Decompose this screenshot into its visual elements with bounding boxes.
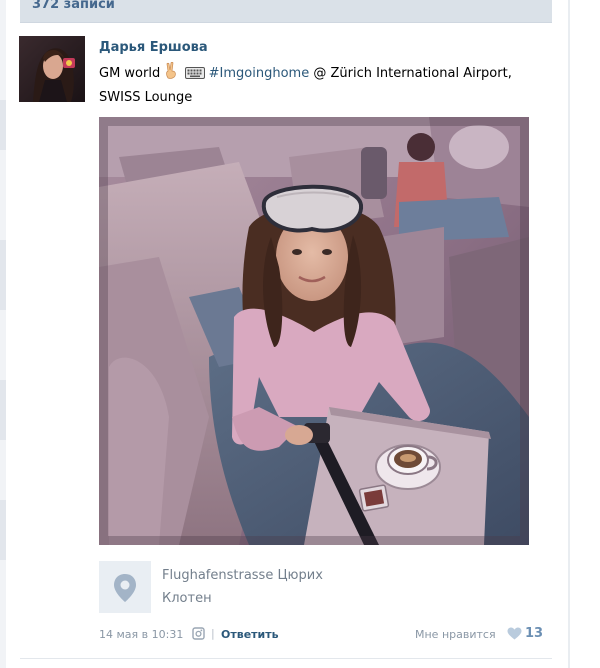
left-edge-segment — [0, 500, 6, 560]
post-divider — [20, 658, 552, 659]
left-sidebar-edge — [0, 0, 6, 668]
wall-header[interactable]: 372 записи — [20, 0, 552, 23]
hashtag-link[interactable]: #Imgoinghome — [209, 66, 310, 81]
record-count[interactable]: 372 записи — [32, 0, 115, 12]
victory-hand-icon — [164, 61, 180, 87]
map-pin-box[interactable] — [99, 561, 151, 613]
post-text-start: GM world — [99, 66, 161, 81]
post-photo[interactable] — [99, 117, 529, 545]
instagram-icon — [192, 627, 205, 643]
right-divider — [568, 0, 570, 668]
location-street[interactable]: Flughafenstrasse Цюрих — [162, 568, 323, 583]
post-author[interactable]: Дарья Ершова — [99, 40, 208, 55]
left-edge-segment — [0, 100, 6, 150]
post-timestamp[interactable]: 14 мая в 10:31 — [99, 628, 183, 641]
footer-separator: | — [211, 627, 215, 640]
reply-link[interactable]: Ответить — [221, 628, 279, 641]
avatar[interactable] — [19, 36, 85, 102]
post-footer: 14 мая в 10:31 | Ответить Мне нравится 1… — [99, 626, 545, 644]
keyboard-icon — [184, 66, 205, 87]
like-label[interactable]: Мне нравится — [415, 628, 496, 641]
heart-icon[interactable] — [507, 627, 522, 643]
map-pin-icon — [114, 574, 136, 602]
left-edge-segment — [0, 380, 6, 440]
left-edge-segment — [0, 240, 6, 310]
post-text: GM world #Imgoinghome @ Zürich Internati… — [99, 61, 539, 108]
location-city[interactable]: Клотен — [162, 591, 212, 606]
like-count[interactable]: 13 — [525, 626, 543, 641]
location-attachment[interactable]: Flughafenstrasse Цюрих Клотен — [99, 561, 539, 613]
